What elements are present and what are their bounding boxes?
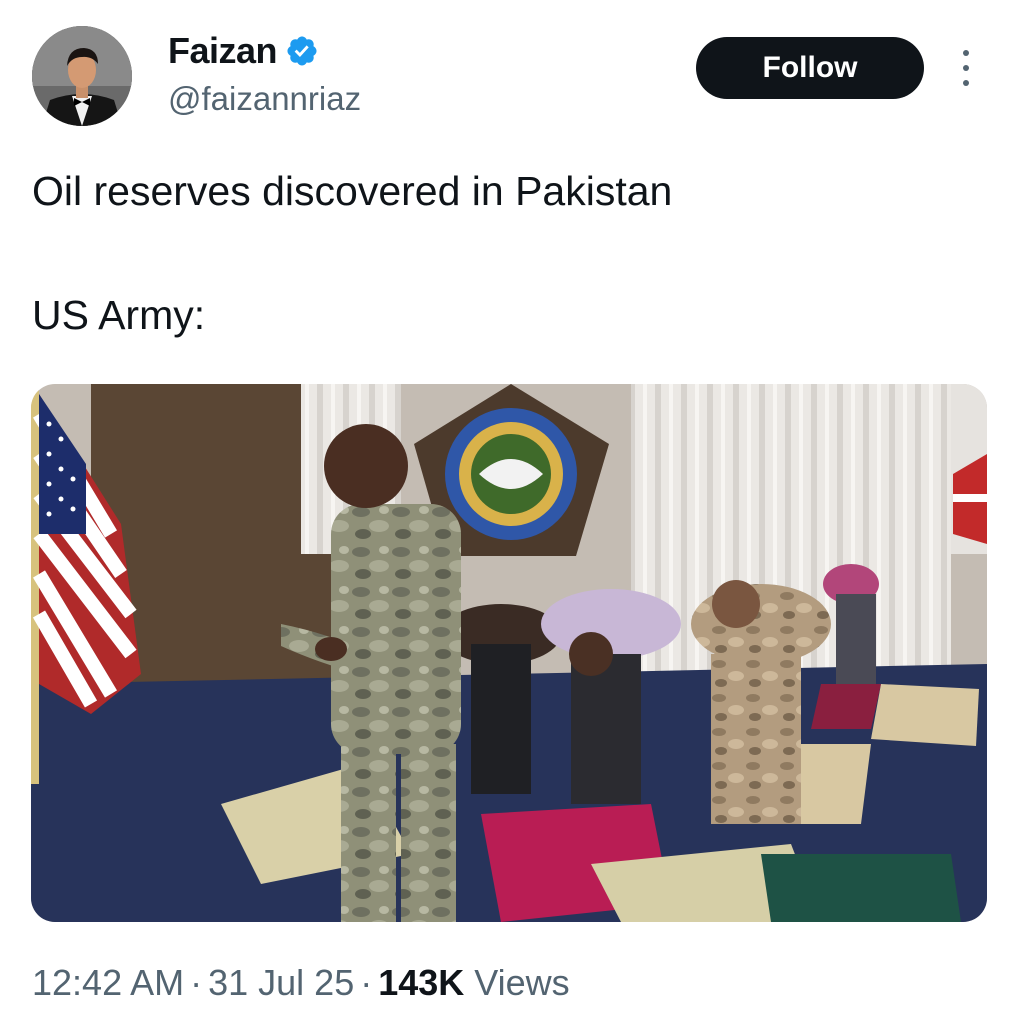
verified-badge-icon — [287, 36, 317, 66]
follow-button[interactable]: Follow — [696, 37, 924, 99]
tweet-text-line-2: US Army: — [32, 292, 206, 338]
more-dot — [963, 80, 969, 86]
tweet-time[interactable]: 12:42 AM — [32, 962, 184, 1003]
tweet-media-image[interactable] — [31, 384, 987, 922]
author-display-name[interactable]: Faizan — [168, 30, 278, 72]
avatar-image — [32, 26, 132, 126]
more-dot — [963, 65, 969, 71]
views-label: Views — [474, 962, 570, 1003]
media-photo — [31, 384, 987, 922]
views-count: 143K — [378, 962, 465, 1003]
author-name-row[interactable]: Faizan — [168, 30, 319, 72]
author-handle[interactable]: @faizannriaz — [168, 80, 361, 118]
author-avatar[interactable] — [32, 26, 132, 126]
more-options-icon[interactable] — [954, 50, 978, 86]
meta-separator: · — [190, 962, 203, 1003]
meta-separator: · — [360, 962, 373, 1003]
tweet-date[interactable]: 31 Jul 25 — [208, 962, 354, 1003]
tweet-text: Oil reserves discovered in Pakistan US A… — [32, 160, 972, 346]
more-dot — [963, 50, 969, 56]
tweet-text-line-1: Oil reserves discovered in Pakistan — [32, 168, 673, 214]
tweet-meta: 12:42 AM · 31 Jul 25 · 143K Views — [32, 962, 570, 1004]
